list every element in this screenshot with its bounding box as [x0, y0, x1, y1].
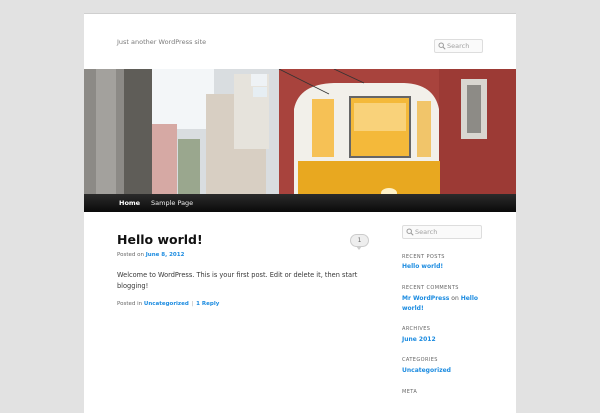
- header-search-input[interactable]: Search: [434, 39, 483, 53]
- posted-in-label: Posted in: [117, 301, 143, 307]
- categories-title: CATEGORIES: [402, 357, 438, 363]
- reply-link[interactable]: 1 Reply: [196, 301, 219, 307]
- meta-separator: |: [191, 301, 194, 307]
- site-tagline: Just another WordPress site: [117, 38, 207, 46]
- posted-on-label: Posted on: [117, 252, 144, 258]
- comment-on-text: on: [451, 295, 459, 302]
- recent-comments-title: RECENT COMMENTS: [402, 285, 459, 291]
- nav-item-sample-page[interactable]: Sample Page: [151, 199, 193, 207]
- comment-count-bubble[interactable]: 1: [350, 234, 369, 250]
- post-content: Welcome to WordPress. This is your first…: [117, 271, 358, 290]
- archives-title: ARCHIVES: [402, 326, 431, 332]
- recent-post-link[interactable]: Hello world!: [402, 263, 443, 270]
- search-placeholder: Search: [447, 42, 470, 50]
- recent-comment-item: Mr WordPress on Hello world!: [402, 294, 487, 313]
- category-link[interactable]: Uncategorized: [144, 301, 189, 307]
- post-date-link[interactable]: June 8, 2012: [146, 252, 185, 258]
- post-meta: Posted on June 8, 2012: [117, 252, 184, 258]
- search-placeholder: Search: [415, 228, 438, 236]
- meta-title: META: [402, 389, 418, 395]
- search-icon: [438, 42, 446, 50]
- page: Just another WordPress site Search Home …: [84, 13, 516, 413]
- nav-item-home[interactable]: Home: [119, 199, 140, 207]
- post-title[interactable]: Hello world!: [117, 232, 203, 247]
- comment-author-link[interactable]: Mr WordPress: [402, 295, 449, 302]
- sidebar-category-link[interactable]: Uncategorized: [402, 367, 451, 374]
- recent-posts-title: RECENT POSTS: [402, 254, 445, 260]
- sidebar-search-input[interactable]: Search: [402, 225, 482, 239]
- search-icon: [406, 228, 414, 236]
- header-image: [84, 69, 516, 194]
- archive-link[interactable]: June 2012: [402, 336, 436, 343]
- post-footer-meta: Posted in Uncategorized | 1 Reply: [117, 301, 219, 307]
- main-navigation: Home Sample Page: [84, 194, 516, 212]
